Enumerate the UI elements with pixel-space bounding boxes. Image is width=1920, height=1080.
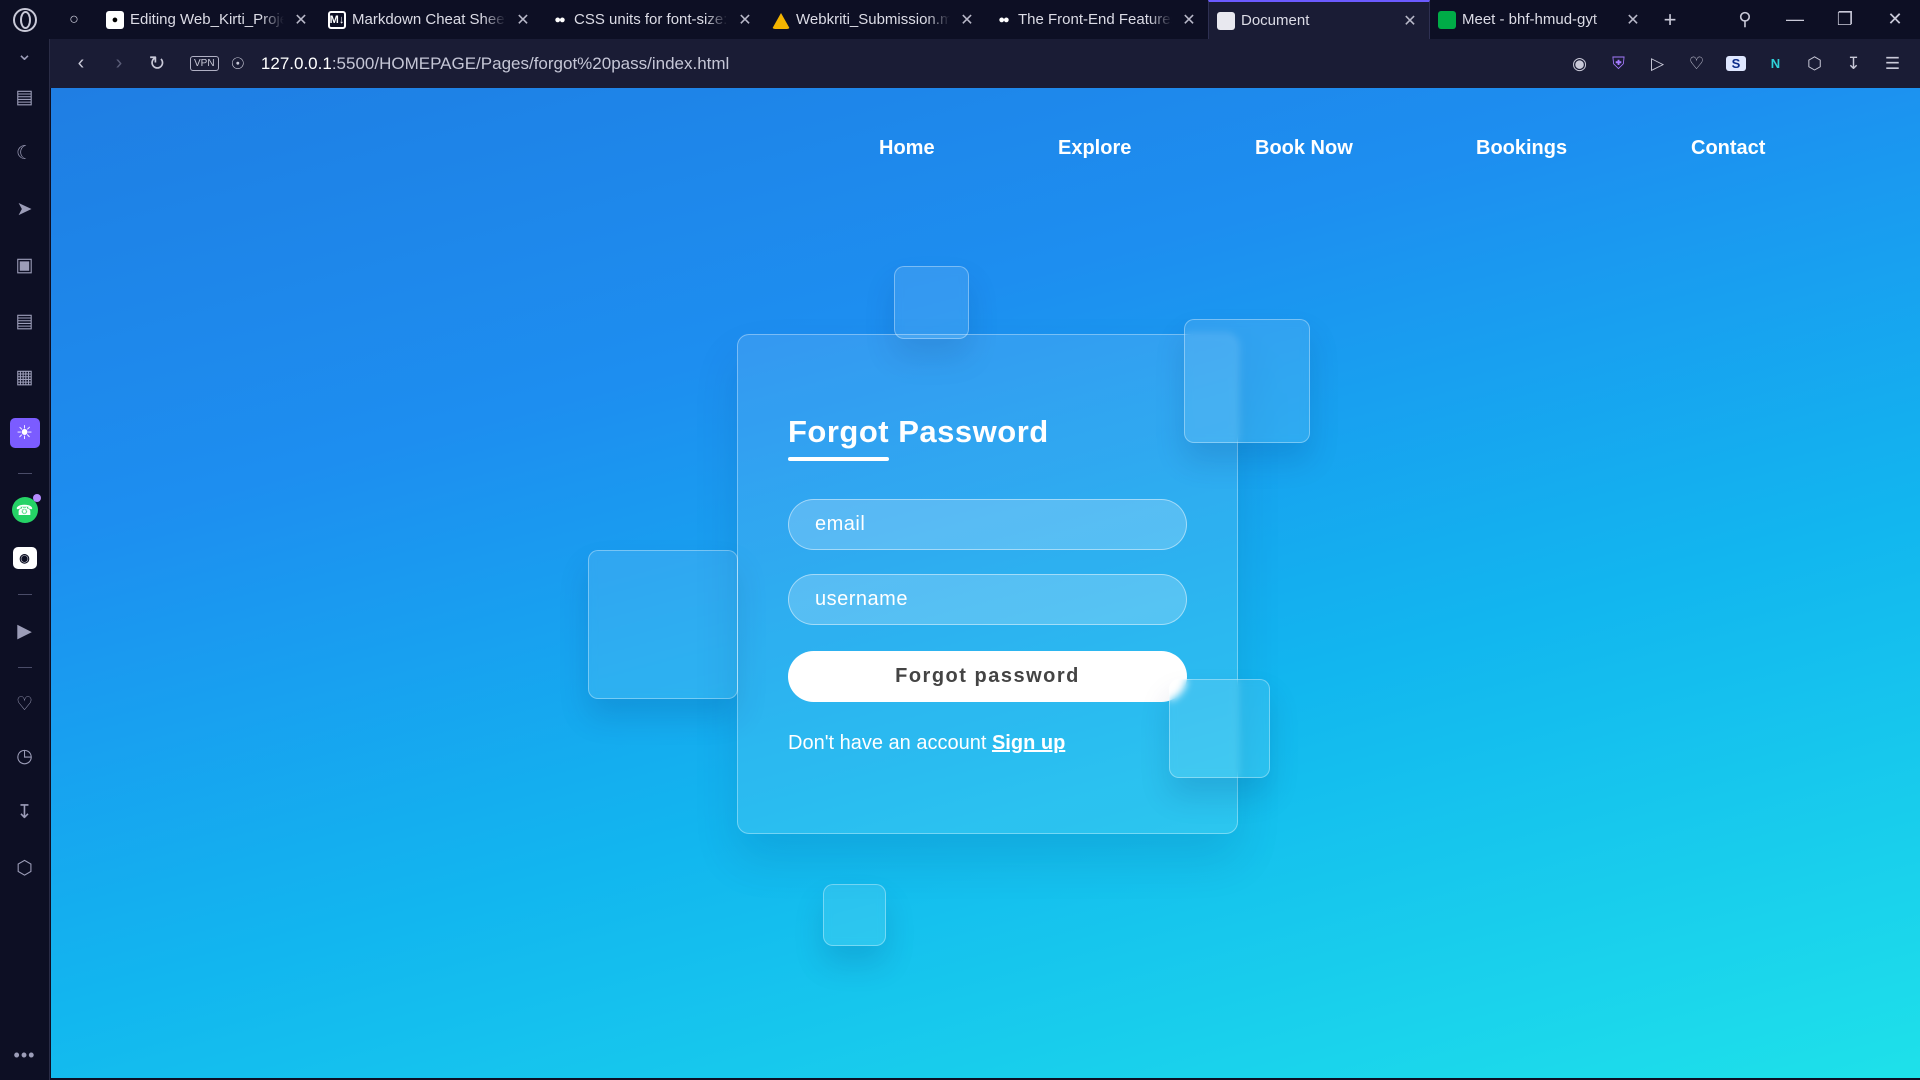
rocket-icon[interactable]: ➤ <box>0 181 50 237</box>
tab-bar: ○ ● Editing Web_Kirti_Proje ✕ M↓ Markdow… <box>0 0 1920 39</box>
tab-title: The Front-End Features <box>1018 11 1172 28</box>
extension-s-icon[interactable]: S <box>1726 56 1746 71</box>
heart-icon[interactable]: ♡ <box>0 680 50 728</box>
forgot-password-button[interactable]: Forgot password <box>788 651 1187 702</box>
close-icon[interactable]: ✕ <box>1180 10 1198 30</box>
sidebar-divider <box>17 594 32 595</box>
decorative-square <box>1169 679 1270 778</box>
tab-title: Document <box>1241 12 1310 29</box>
nav-contact[interactable]: Contact <box>1691 137 1765 160</box>
forgot-password-card: Forgot Password Forgot password Don't ha… <box>737 334 1238 834</box>
sun-icon[interactable]: ☀ <box>0 405 50 461</box>
back-icon[interactable]: ‹ <box>62 52 100 75</box>
sidebar: ⌄ ▤ ☾ ➤ ▣ ▤ ▦ ☀ ☎ ◉ ▶ ♡ ◷ ↧ ⬡ ••• <box>0 39 50 1080</box>
nav-bookings[interactable]: Bookings <box>1476 137 1567 160</box>
close-icon[interactable]: ✕ <box>514 10 532 30</box>
send-icon[interactable]: ▷ <box>1638 54 1677 74</box>
forward-icon[interactable]: › <box>100 52 138 75</box>
shield-icon[interactable]: ⛨ <box>1599 54 1638 74</box>
gamepad-icon[interactable]: ▣ <box>0 237 50 293</box>
news-icon[interactable]: ▤ <box>0 293 50 349</box>
close-window-icon[interactable]: ✕ <box>1870 9 1920 30</box>
signup-prompt: Don't have an account Sign up <box>788 732 1065 755</box>
extension-n-icon[interactable]: N <box>1756 56 1795 71</box>
tab-frontend[interactable]: ●● The Front-End Features ✕ <box>986 0 1208 39</box>
github-icon: ● <box>106 10 124 29</box>
signup-text: Don't have an account <box>788 732 992 754</box>
tab-meet[interactable]: Meet - bhf-hmud-gyt ✕ <box>1430 0 1652 39</box>
nav-explore[interactable]: Explore <box>1058 137 1131 160</box>
whatsapp-item[interactable]: ☎ <box>0 486 50 534</box>
gamepad-icon[interactable]: ○ <box>50 0 98 39</box>
tab-github[interactable]: ● Editing Web_Kirti_Proje ✕ <box>98 0 320 39</box>
page-viewport: Home Explore Book Now Bookings Contact F… <box>51 88 1920 1078</box>
address-bar: ‹ › ↻ VPN ☉ 127.0.0.1:5500/HOMEPAGE/Page… <box>50 39 1920 88</box>
google-meet-icon <box>1438 10 1456 29</box>
book-icon[interactable]: ▤ <box>0 69 50 125</box>
signup-link[interactable]: Sign up <box>992 732 1065 754</box>
gift-icon[interactable]: ▦ <box>0 349 50 405</box>
discord-icon: ◉ <box>12 547 37 569</box>
tab-drive[interactable]: Webkriti_Submission.m ✕ <box>764 0 986 39</box>
nav-book-now[interactable]: Book Now <box>1255 137 1353 160</box>
sidebar-divider <box>17 667 32 668</box>
heart-icon[interactable]: ♡ <box>1677 54 1716 74</box>
nav-home[interactable]: Home <box>879 137 935 160</box>
cube-icon[interactable]: ⬡ <box>0 840 50 896</box>
play-icon[interactable]: ▶ <box>0 607 50 655</box>
url-path: :5500/HOMEPAGE/Pages/forgot%20pass/index… <box>331 53 730 73</box>
tab-css-units[interactable]: ●● CSS units for font-size: ✕ <box>542 0 764 39</box>
toolbar-right: ◉ ⛨ ▷ ♡ S N ⬡ ↧ ☰ <box>1560 54 1920 74</box>
restore-icon[interactable]: ❐ <box>1820 9 1870 30</box>
decorative-square <box>1184 319 1310 443</box>
tab-title: CSS units for font-size: <box>574 11 728 28</box>
close-icon[interactable]: ✕ <box>1401 11 1419 31</box>
tab-document[interactable]: Document ✕ <box>1208 0 1430 39</box>
download-icon[interactable]: ↧ <box>0 784 50 840</box>
tab-title: Webkriti_Submission.m <box>796 11 950 28</box>
globe-icon[interactable]: ☉ <box>231 54 245 74</box>
medium-icon: ●● <box>554 13 565 26</box>
close-icon[interactable]: ✕ <box>292 10 310 30</box>
username-input[interactable] <box>788 574 1187 625</box>
camera-icon[interactable]: ◉ <box>1560 54 1599 74</box>
menu-icon[interactable]: ☰ <box>1873 54 1912 74</box>
moon-icon[interactable]: ☾ <box>0 125 50 181</box>
chevron-down-icon[interactable]: ⌄ <box>0 39 50 69</box>
google-drive-icon <box>772 11 790 29</box>
site-nav: Home Explore Book Now Bookings Contact <box>51 137 1920 167</box>
search-tabs-icon[interactable]: ⚲ <box>1720 9 1770 30</box>
tab-title: Editing Web_Kirti_Proje <box>130 11 284 28</box>
cube-icon[interactable]: ⬡ <box>1795 54 1834 74</box>
decorative-square <box>894 266 969 339</box>
opera-gx-logo-icon[interactable] <box>0 0 50 39</box>
reload-icon[interactable]: ↻ <box>138 51 176 76</box>
document-icon <box>1217 11 1235 30</box>
close-icon[interactable]: ✕ <box>736 10 754 30</box>
minimize-icon[interactable]: — <box>1770 9 1820 30</box>
form-title: Forgot Password <box>788 414 1049 449</box>
markdown-icon: M↓ <box>328 10 346 29</box>
window-controls: ⚲ — ❐ ✕ <box>1720 0 1920 39</box>
medium-icon: ●● <box>998 13 1009 26</box>
url-host: 127.0.0.1 <box>260 53 332 73</box>
discord-item[interactable]: ◉ <box>0 534 50 582</box>
close-icon[interactable]: ✕ <box>958 10 976 30</box>
clock-icon[interactable]: ◷ <box>0 728 50 784</box>
url-field[interactable]: 127.0.0.1:5500/HOMEPAGE/Pages/forgot%20p… <box>261 54 729 74</box>
download-icon[interactable]: ↧ <box>1834 54 1873 74</box>
vpn-badge[interactable]: VPN <box>190 56 219 71</box>
decorative-square <box>823 884 886 946</box>
tab-markdown[interactable]: M↓ Markdown Cheat Sheet ✕ <box>320 0 542 39</box>
more-icon[interactable]: ••• <box>14 1045 36 1066</box>
title-underline <box>788 457 889 461</box>
tab-title: Meet - bhf-hmud-gyt <box>1462 11 1598 28</box>
close-icon[interactable]: ✕ <box>1624 10 1642 30</box>
tab-title: Markdown Cheat Sheet <box>352 11 506 28</box>
new-tab-icon[interactable]: + <box>1652 7 1688 33</box>
email-input[interactable] <box>788 499 1187 550</box>
sidebar-divider <box>17 473 32 474</box>
whatsapp-icon: ☎ <box>11 494 41 523</box>
decorative-square <box>588 550 738 699</box>
